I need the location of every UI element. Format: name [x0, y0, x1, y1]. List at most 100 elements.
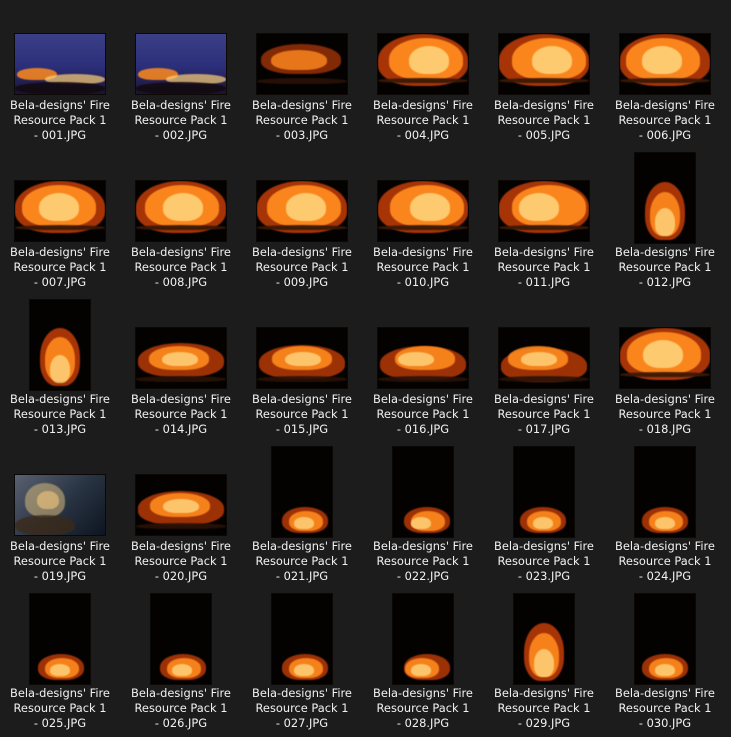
file-thumbnail-frame: [243, 149, 361, 243]
file-name-label: Bela-designs' Fire Resource Pack 1 - 021…: [252, 539, 352, 583]
file-thumbnail-frame: [1, 149, 119, 243]
file-item[interactable]: Bela-designs' Fire Resource Pack 1 - 025…: [1, 590, 119, 737]
fire-photo-thumbnail: [136, 328, 226, 388]
fire-photo-thumbnail: [272, 594, 332, 684]
file-name-label: Bela-designs' Fire Resource Pack 1 - 016…: [373, 392, 473, 436]
fire-photo-thumbnail: [30, 594, 90, 684]
file-name-label: Bela-designs' Fire Resource Pack 1 - 013…: [10, 392, 110, 436]
file-item[interactable]: Bela-designs' Fire Resource Pack 1 - 014…: [122, 296, 240, 443]
file-thumbnail-frame: [364, 590, 482, 684]
file-item[interactable]: Bela-designs' Fire Resource Pack 1 - 021…: [243, 443, 361, 590]
fire-photo-thumbnail: [378, 34, 468, 94]
fire-photo-thumbnail: [136, 475, 226, 535]
fire-photo-thumbnail: [499, 34, 589, 94]
file-name-label: Bela-designs' Fire Resource Pack 1 - 004…: [373, 98, 473, 142]
file-name-label: Bela-designs' Fire Resource Pack 1 - 023…: [494, 539, 594, 583]
file-item[interactable]: Bela-designs' Fire Resource Pack 1 - 029…: [485, 590, 603, 737]
fire-photo-thumbnail: [393, 594, 453, 684]
file-item[interactable]: Bela-designs' Fire Resource Pack 1 - 001…: [1, 2, 119, 149]
file-thumbnail-frame: [606, 590, 724, 684]
file-name-label: Bela-designs' Fire Resource Pack 1 - 005…: [494, 98, 594, 142]
file-name-label: Bela-designs' Fire Resource Pack 1 - 012…: [615, 245, 715, 289]
file-thumbnail-frame: [1, 590, 119, 684]
fire-photo-thumbnail: [30, 300, 90, 390]
fire-photo-thumbnail: [499, 181, 589, 241]
file-thumbnail-frame: [243, 590, 361, 684]
file-item[interactable]: Bela-designs' Fire Resource Pack 1 - 019…: [1, 443, 119, 590]
file-name-label: Bela-designs' Fire Resource Pack 1 - 017…: [494, 392, 594, 436]
fire-photo-thumbnail: [635, 153, 695, 243]
file-thumbnail-frame: [485, 296, 603, 390]
file-item[interactable]: Bela-designs' Fire Resource Pack 1 - 012…: [606, 149, 724, 296]
fire-photo-thumbnail: [257, 34, 347, 94]
file-name-label: Bela-designs' Fire Resource Pack 1 - 030…: [615, 686, 715, 730]
file-thumbnail-frame: [364, 296, 482, 390]
file-item[interactable]: Bela-designs' Fire Resource Pack 1 - 008…: [122, 149, 240, 296]
fire-photo-thumbnail: [272, 447, 332, 537]
file-thumbnail-frame: [122, 590, 240, 684]
file-item[interactable]: Bela-designs' Fire Resource Pack 1 - 003…: [243, 2, 361, 149]
file-item[interactable]: Bela-designs' Fire Resource Pack 1 - 016…: [364, 296, 482, 443]
file-name-label: Bela-designs' Fire Resource Pack 1 - 028…: [373, 686, 473, 730]
file-thumbnail-frame: [485, 149, 603, 243]
fire-photo-thumbnail: [15, 475, 105, 535]
file-item[interactable]: Bela-designs' Fire Resource Pack 1 - 017…: [485, 296, 603, 443]
file-thumbnail-frame: [485, 443, 603, 537]
file-item[interactable]: Bela-designs' Fire Resource Pack 1 - 013…: [1, 296, 119, 443]
fire-photo-thumbnail: [635, 594, 695, 684]
file-item[interactable]: Bela-designs' Fire Resource Pack 1 - 026…: [122, 590, 240, 737]
file-name-label: Bela-designs' Fire Resource Pack 1 - 027…: [252, 686, 352, 730]
file-item[interactable]: Bela-designs' Fire Resource Pack 1 - 006…: [606, 2, 724, 149]
file-name-label: Bela-designs' Fire Resource Pack 1 - 014…: [131, 392, 231, 436]
fire-photo-thumbnail: [514, 447, 574, 537]
file-thumbnail-frame: [243, 2, 361, 96]
file-item[interactable]: Bela-designs' Fire Resource Pack 1 - 010…: [364, 149, 482, 296]
file-item[interactable]: Bela-designs' Fire Resource Pack 1 - 028…: [364, 590, 482, 737]
file-item[interactable]: Bela-designs' Fire Resource Pack 1 - 004…: [364, 2, 482, 149]
file-item[interactable]: Bela-designs' Fire Resource Pack 1 - 005…: [485, 2, 603, 149]
file-name-label: Bela-designs' Fire Resource Pack 1 - 025…: [10, 686, 110, 730]
file-name-label: Bela-designs' Fire Resource Pack 1 - 015…: [252, 392, 352, 436]
file-item[interactable]: Bela-designs' Fire Resource Pack 1 - 007…: [1, 149, 119, 296]
fire-photo-thumbnail: [620, 328, 710, 388]
file-name-label: Bela-designs' Fire Resource Pack 1 - 008…: [131, 245, 231, 289]
file-item[interactable]: Bela-designs' Fire Resource Pack 1 - 024…: [606, 443, 724, 590]
file-thumbnail-frame: [606, 443, 724, 537]
file-item[interactable]: Bela-designs' Fire Resource Pack 1 - 023…: [485, 443, 603, 590]
file-item[interactable]: Bela-designs' Fire Resource Pack 1 - 015…: [243, 296, 361, 443]
file-name-label: Bela-designs' Fire Resource Pack 1 - 007…: [10, 245, 110, 289]
file-name-label: Bela-designs' Fire Resource Pack 1 - 020…: [131, 539, 231, 583]
fire-photo-thumbnail: [635, 447, 695, 537]
fire-photo-thumbnail: [136, 181, 226, 241]
file-thumbnail-frame: [606, 296, 724, 390]
file-name-label: Bela-designs' Fire Resource Pack 1 - 009…: [252, 245, 352, 289]
file-thumbnail-frame: [1, 296, 119, 390]
file-thumbnail-frame: [364, 443, 482, 537]
file-name-label: Bela-designs' Fire Resource Pack 1 - 002…: [131, 98, 231, 142]
file-item[interactable]: Bela-designs' Fire Resource Pack 1 - 002…: [122, 2, 240, 149]
file-thumbnail-frame: [364, 2, 482, 96]
fire-photo-thumbnail: [378, 328, 468, 388]
file-name-label: Bela-designs' Fire Resource Pack 1 - 019…: [10, 539, 110, 583]
file-item[interactable]: Bela-designs' Fire Resource Pack 1 - 030…: [606, 590, 724, 737]
file-name-label: Bela-designs' Fire Resource Pack 1 - 011…: [494, 245, 594, 289]
file-item[interactable]: Bela-designs' Fire Resource Pack 1 - 011…: [485, 149, 603, 296]
fire-photo-thumbnail: [514, 594, 574, 684]
file-item[interactable]: Bela-designs' Fire Resource Pack 1 - 022…: [364, 443, 482, 590]
file-thumbnail-frame: [606, 149, 724, 243]
file-grid: Bela-designs' Fire Resource Pack 1 - 001…: [0, 0, 731, 730]
file-name-label: Bela-designs' Fire Resource Pack 1 - 026…: [131, 686, 231, 730]
file-thumbnail-frame: [364, 149, 482, 243]
fire-photo-thumbnail: [15, 34, 105, 94]
file-item[interactable]: Bela-designs' Fire Resource Pack 1 - 027…: [243, 590, 361, 737]
file-thumbnail-frame: [485, 2, 603, 96]
fire-photo-thumbnail: [257, 328, 347, 388]
file-item[interactable]: Bela-designs' Fire Resource Pack 1 - 020…: [122, 443, 240, 590]
file-item[interactable]: Bela-designs' Fire Resource Pack 1 - 018…: [606, 296, 724, 443]
fire-photo-thumbnail: [15, 181, 105, 241]
file-name-label: Bela-designs' Fire Resource Pack 1 - 003…: [252, 98, 352, 142]
file-thumbnail-frame: [243, 443, 361, 537]
fire-photo-thumbnail: [151, 594, 211, 684]
file-name-label: Bela-designs' Fire Resource Pack 1 - 024…: [615, 539, 715, 583]
file-item[interactable]: Bela-designs' Fire Resource Pack 1 - 009…: [243, 149, 361, 296]
